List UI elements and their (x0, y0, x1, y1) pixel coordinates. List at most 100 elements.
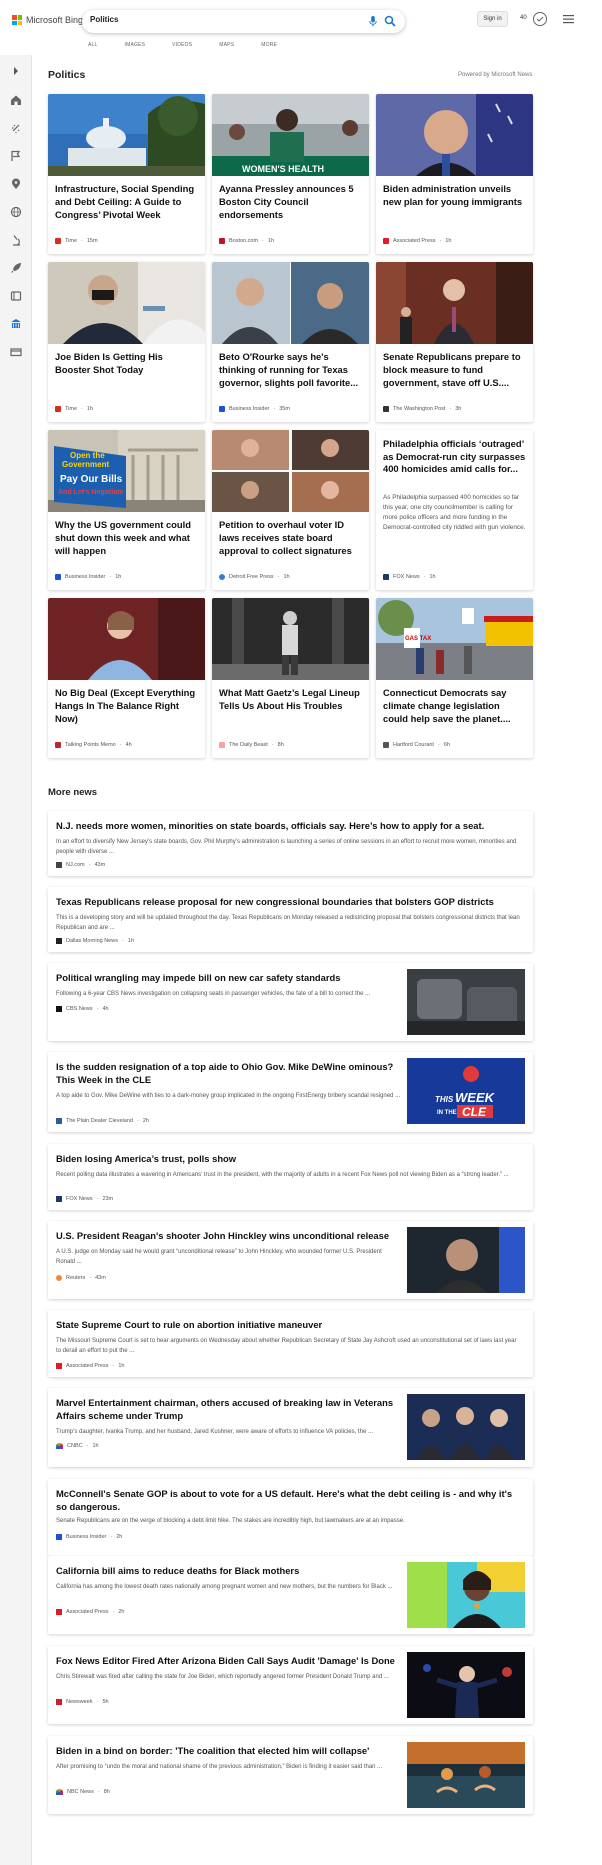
home-icon[interactable] (10, 94, 22, 106)
item-title[interactable]: California bill aims to reduce deaths fo… (56, 1564, 401, 1577)
item-source: FOX News · 23m (56, 1196, 113, 1202)
separator: · (110, 1534, 113, 1540)
card-title[interactable]: Infrastructure, Social Spending and Debt… (55, 183, 198, 221)
item-title[interactable]: Political wrangling may impede bill on n… (56, 971, 401, 984)
card-title[interactable]: Petition to overhaul voter ID laws recei… (219, 519, 362, 557)
item-description: Following a 6-year CBS News investigatio… (56, 991, 371, 997)
news-card[interactable]: Open the Government Pay Our Bills And Let's… (48, 430, 205, 590)
news-list-item[interactable]: California bill aims to reduce deaths fo… (48, 1556, 533, 1634)
separator: · (273, 406, 276, 412)
news-list-item[interactable]: Texas Republicans release proposal for n… (48, 887, 533, 952)
news-list-item[interactable]: Fox News Editor Fired After Arizona Bide… (48, 1646, 533, 1724)
microscope-icon[interactable] (10, 234, 22, 246)
money-icon[interactable] (10, 346, 22, 358)
item-title[interactable]: McConnell's Senate GOP is about to vote … (56, 1487, 521, 1513)
source-name: Reuters (66, 1275, 86, 1281)
tab-images[interactable]: IMAGES (125, 42, 146, 48)
source-name: Associated Press (393, 238, 436, 244)
news-list-item[interactable]: Biden in a bind on border: 'The coalitio… (48, 1736, 533, 1814)
location-pin-icon[interactable] (10, 178, 22, 190)
source-time: 2h (118, 1609, 125, 1615)
source-name: NJ.com (66, 862, 85, 868)
menu-icon[interactable] (563, 14, 574, 24)
source-name: Business Insider (65, 574, 106, 580)
this-week-in-the-cle-graphic: THIS WEEK IN THE CLE (407, 1058, 525, 1124)
item-title[interactable]: U.S. President Reagan's shooter John Hin… (56, 1229, 401, 1242)
news-card[interactable]: Philadelphia officials ‘outraged’ as Dem… (376, 430, 533, 590)
veterans-event-photo (407, 1394, 525, 1460)
sparkle-icon[interactable] (10, 122, 22, 134)
news-card[interactable]: Biden administration unveils new plan fo… (376, 94, 533, 254)
source-name: Time (65, 406, 78, 412)
news-list-item[interactable]: Political wrangling may impede bill on n… (48, 963, 533, 1041)
card-title[interactable]: Ayanna Pressley announces 5 Boston City … (219, 183, 362, 221)
brand-name: Microsoft Bing (26, 15, 84, 25)
item-title[interactable]: Is the sudden resignation of a top aide … (56, 1060, 401, 1086)
card-title[interactable]: Senate Republicans prepare to block meas… (383, 351, 526, 389)
film-icon[interactable] (10, 290, 22, 302)
tab-more[interactable]: MORE (261, 42, 277, 48)
card-title[interactable]: What Matt Gaetz’s Legal Lineup Tells Us … (219, 687, 362, 713)
microphone-icon[interactable] (368, 16, 378, 27)
item-title[interactable]: State Supreme Court to rule on abortion … (56, 1318, 521, 1331)
source-name: Associated Press (66, 1609, 109, 1615)
rocket-icon[interactable] (10, 262, 22, 274)
tab-maps[interactable]: MAPS (219, 42, 234, 48)
card-title[interactable]: Beto O'Rourke says he's thinking of runn… (219, 351, 362, 389)
search-input[interactable] (90, 15, 340, 24)
news-list-item[interactable]: U.S. President Reagan's shooter John Hin… (48, 1221, 533, 1299)
ap-logo-icon (56, 1363, 62, 1369)
source-name: Boston.com (229, 238, 259, 244)
source-name: Time (65, 238, 78, 244)
news-card[interactable]: What Matt Gaetz’s Legal Lineup Tells Us … (212, 598, 369, 758)
news-card[interactable]: Senate Republicans prepare to block meas… (376, 262, 533, 422)
news-card[interactable]: Beto O'Rourke says he's thinking of runn… (212, 262, 369, 422)
item-title[interactable]: Marvel Entertainment chairman, others ac… (56, 1396, 401, 1422)
news-card[interactable]: Infrastructure, Social Spending and Debt… (48, 94, 205, 254)
item-title[interactable]: Fox News Editor Fired After Arizona Bide… (56, 1654, 401, 1667)
side-nav (0, 55, 32, 1865)
expand-chevron-icon[interactable] (10, 65, 22, 77)
separator: · (449, 406, 452, 412)
news-list-item[interactable]: Marvel Entertainment chairman, others ac… (48, 1388, 533, 1467)
source-time: 1h (118, 1363, 125, 1369)
news-card[interactable]: No Big Deal (Except Everything Hangs In … (48, 598, 205, 758)
government-icon[interactable] (10, 318, 22, 330)
rewards-icon[interactable] (532, 11, 548, 27)
news-card[interactable]: Petition to overhaul voter ID laws recei… (212, 430, 369, 590)
tab-videos[interactable]: VIDEOS (172, 42, 192, 48)
card-title[interactable]: Philadelphia officials ‘outraged’ as Dem… (383, 438, 526, 476)
source-time: 2h (116, 1534, 123, 1540)
news-card[interactable]: Joe Biden Is Getting His Booster Shot To… (48, 262, 205, 422)
news-card[interactable]: GAS TAX Connecticut Democrats say climat… (376, 598, 533, 758)
item-title[interactable]: Biden losing America’s trust, polls show (56, 1152, 521, 1165)
search-icon[interactable] (384, 15, 396, 27)
source-time: 35m (279, 406, 290, 412)
card-title[interactable]: No Big Deal (Except Everything Hangs In … (55, 687, 198, 725)
tab-all[interactable]: ALL (88, 42, 98, 48)
business-insider-logo-icon (55, 574, 61, 580)
news-list-item[interactable]: N.J. needs more women, minorities on sta… (48, 811, 533, 876)
card-title[interactable]: Connecticut Democrats say climate change… (383, 687, 526, 725)
globe-icon[interactable] (10, 206, 22, 218)
news-card[interactable]: WOMEN'S HEALTH Ayanna Pressley announces… (212, 94, 369, 254)
news-list-item[interactable]: Is the sudden resignation of a top aide … (48, 1052, 533, 1132)
top-bar: Microsoft Bing Sign in 40 ALL IMAGES VID… (0, 0, 602, 55)
sign-line-2: Government (62, 460, 109, 469)
item-title[interactable]: Biden in a bind on border: 'The coalitio… (56, 1744, 401, 1757)
item-description: After promising to “undo the moral and n… (56, 1764, 383, 1770)
news-list-item[interactable]: Biden losing America’s trust, polls show… (48, 1144, 533, 1210)
source-time: 8h (103, 1789, 110, 1795)
bing-logo[interactable]: Microsoft Bing (12, 15, 83, 25)
item-title[interactable]: Texas Republicans release proposal for n… (56, 895, 521, 908)
card-title[interactable]: Biden administration unveils new plan fo… (383, 183, 526, 209)
item-title[interactable]: N.J. needs more women, minorities on sta… (56, 819, 521, 832)
card-title[interactable]: Why the US government could shut down th… (55, 519, 198, 557)
nbc-peacock-icon (56, 1789, 63, 1795)
news-list-item[interactable]: McConnell's Senate GOP is about to vote … (48, 1479, 533, 1556)
flag-icon[interactable] (10, 150, 22, 162)
news-list-item[interactable]: State Supreme Court to rule on abortion … (48, 1310, 533, 1377)
sign-in-button[interactable]: Sign in (477, 11, 508, 27)
card-title[interactable]: Joe Biden Is Getting His Booster Shot To… (55, 351, 198, 377)
card-source: The Washington Post · 3h (383, 406, 461, 412)
